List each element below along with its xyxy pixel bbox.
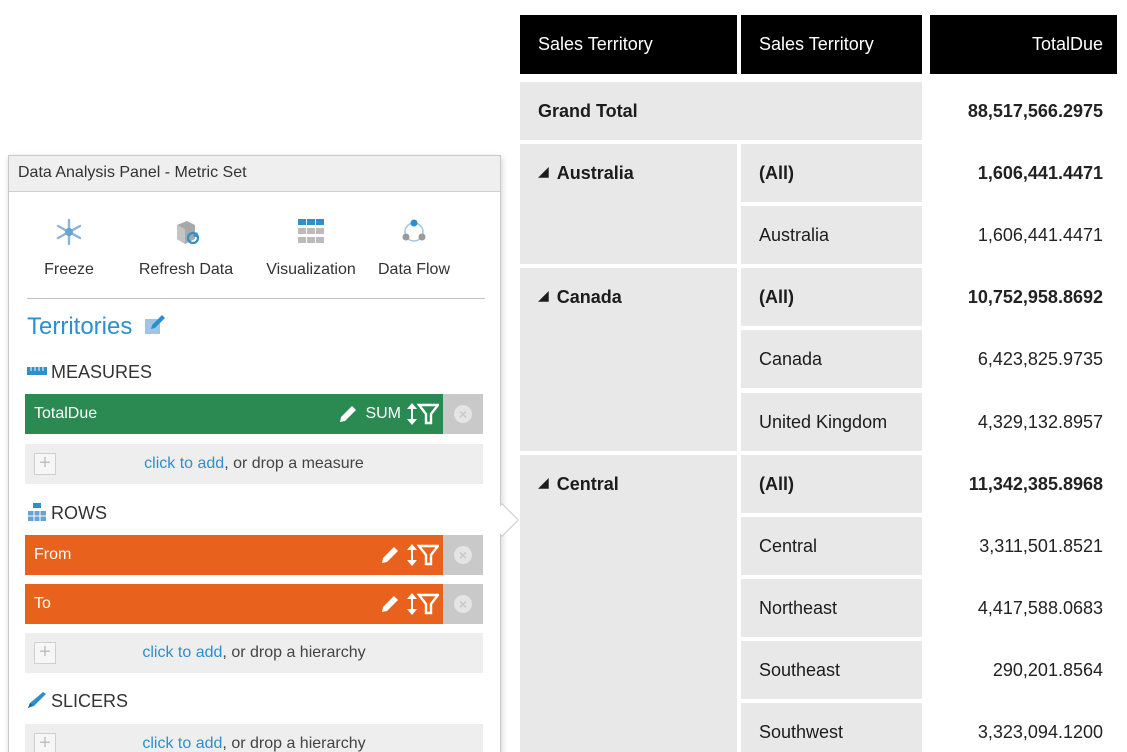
snowflake-icon [56,218,82,246]
grid-icon [298,219,324,243]
data-flow-label: Data Flow [377,261,451,278]
rows-hierarchy-icon [28,503,46,521]
ruler-icon [27,367,47,375]
data-flow-button[interactable]: Data Flow [369,211,459,291]
data-analysis-panel: Data Analysis Panel - Metric Set Freeze … [8,155,501,752]
refresh-data-label: Refresh Data [138,261,234,278]
click-to-add-link[interactable]: click to add [142,735,222,752]
dropzone-hint: , or drop a hierarchy [222,644,366,661]
row-label: Canada [741,330,922,388]
refresh-data-icon [177,221,200,245]
rows-label: ROWS [51,503,107,523]
group-australia[interactable]: ◢ Australia [520,144,737,264]
measures-section-label: MEASURES [27,362,152,383]
close-icon: × [454,546,472,564]
group-central[interactable]: ◢ Central [520,455,737,752]
row-value: 290,201.8564 [992,659,1103,680]
measures-label: MEASURES [51,362,153,382]
row-value: 11,342,385.8968 [968,473,1103,494]
row-value: 3,311,501.8521 [979,535,1103,556]
group-canada[interactable]: ◢ Canada [520,268,737,451]
close-icon: × [454,405,472,423]
remove-row-button[interactable]: × [443,584,483,624]
header-totaldue[interactable]: TotalDue [930,15,1117,74]
collapse-triangle-icon[interactable]: ◢ [538,474,549,491]
panel-toolbar: Freeze Refresh Data Visualization Data F… [9,211,502,291]
edit-icon[interactable] [143,313,167,337]
close-icon: × [454,595,472,613]
collapse-triangle-icon[interactable]: ◢ [538,163,549,180]
row-label: Australia [741,206,922,264]
remove-row-button[interactable]: × [443,535,483,575]
sort-filter-icon[interactable] [407,543,439,567]
freeze-button[interactable]: Freeze [29,211,109,291]
row-label: United Kingdom [741,393,922,451]
click-to-add-link[interactable]: click to add [142,644,222,661]
row-label: (All) [741,144,922,202]
row-field-to[interactable]: To × [25,584,483,624]
click-to-add-link[interactable]: click to add [144,455,224,472]
row-label: Southwest [741,703,922,752]
metric-set-name: Territories [27,313,133,340]
row-value: 6,423,825.9735 [977,348,1103,369]
header-sales-territory-2[interactable]: Sales Territory [741,15,922,74]
header-sales-territory-1[interactable]: Sales Territory [520,15,737,74]
row-value: 4,329,132.8957 [977,411,1103,432]
remove-measure-button[interactable]: × [443,394,483,434]
row-value: 1,606,441.4471 [977,224,1103,245]
dropzone-hint: , or drop a measure [224,455,364,472]
collapse-triangle-icon[interactable]: ◢ [538,287,549,304]
row-field-name: To [34,595,51,612]
group-label: Canada [556,287,622,307]
row-field-name: From [34,546,72,563]
row-label: (All) [741,455,922,513]
knife-icon [28,692,46,708]
panel-pointer [500,501,518,537]
add-measure-dropzone[interactable]: + click to add, or drop a measure [25,444,483,484]
visualization-button[interactable]: Visualization [249,211,373,291]
metric-set-title[interactable]: Territories [27,313,167,341]
row-value: 1,606,441.4471 [977,162,1103,183]
aggregation-sum[interactable]: SUM [365,405,401,423]
row-value: 3,323,094.1200 [977,721,1103,742]
add-row-dropzone[interactable]: + click to add, or drop a hierarchy [25,633,483,673]
group-label: Australia [556,163,634,183]
slicers-label: SLICERS [51,691,129,711]
refresh-data-button[interactable]: Refresh Data [125,211,247,291]
pencil-icon[interactable] [379,544,401,566]
panel-title: Data Analysis Panel - Metric Set [9,156,500,192]
dropzone-hint: , or drop a hierarchy [222,735,366,752]
measure-field-totaldue[interactable]: TotalDue SUM × [25,394,483,434]
grand-total-label: Grand Total [520,82,922,140]
pencil-icon[interactable] [379,593,401,615]
row-value: 4,417,588.0683 [977,597,1103,618]
freeze-label: Freeze [44,261,94,278]
row-label: Northeast [741,579,922,637]
data-flow-icon [402,219,426,242]
rows-section-label: ROWS [27,503,107,524]
sort-filter-icon[interactable] [407,402,439,426]
row-value: 10,752,958.8692 [967,286,1103,307]
slicers-section-label: SLICERS [27,691,128,712]
row-label: Southeast [741,641,922,699]
row-label: (All) [741,268,922,326]
row-field-from[interactable]: From × [25,535,483,575]
group-label: Central [556,474,619,494]
row-label: Central [741,517,922,575]
sort-filter-icon[interactable] [407,592,439,616]
measure-name: TotalDue [34,405,98,422]
grand-total-value: 88,517,566.2975 [967,100,1103,121]
toolbar-divider [27,298,485,299]
add-slicer-dropzone[interactable]: + click to add, or drop a hierarchy [25,724,483,752]
pencil-icon[interactable] [337,403,359,425]
visualization-label: Visualization [266,261,356,278]
